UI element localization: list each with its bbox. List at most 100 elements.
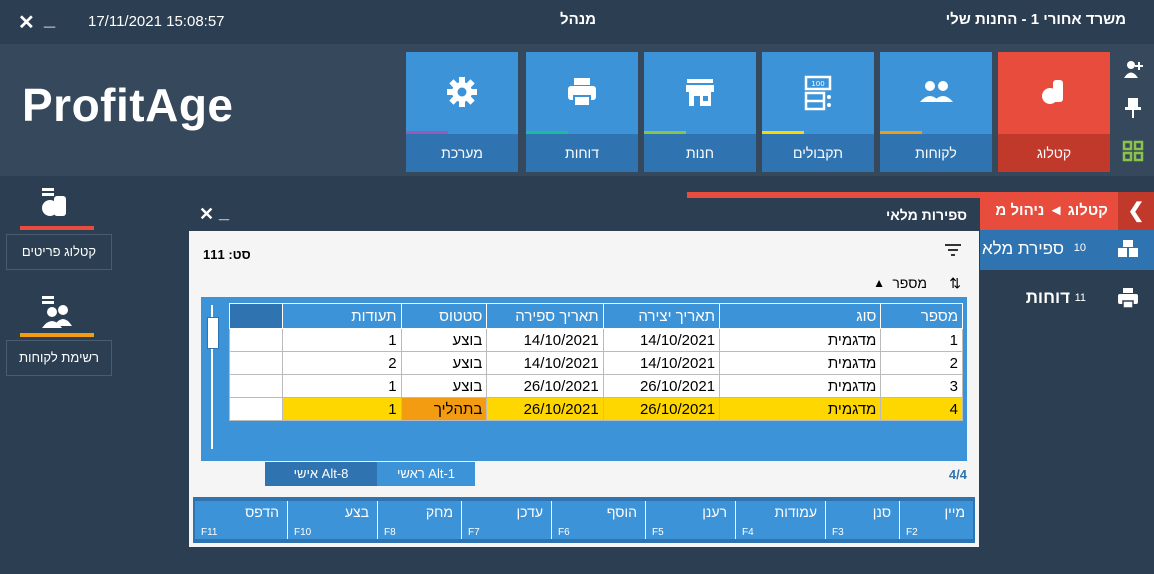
table-row[interactable]: 2 מדגמית 14/10/2021 14/10/2021 בוצע 2 (228, 351, 963, 375)
cell (228, 374, 284, 398)
window-title: מנהל (560, 11, 597, 28)
table-header-row: מספר סוג תאריך יצירה תאריך ספירה סטטוס ת… (228, 303, 963, 329)
tile-catalog[interactable]: קטלוג (998, 52, 1110, 172)
refresh-button[interactable]: רענן F5 (645, 501, 735, 539)
col-header-number[interactable]: מספר (880, 303, 963, 329)
col-header-empty (228, 303, 284, 329)
table-row[interactable]: 1 מדגמית 14/10/2021 14/10/2021 בוצע 1 (228, 328, 963, 352)
fkey-shortcut: F6 (558, 527, 570, 538)
add-user-icon[interactable] (1122, 58, 1144, 85)
sort-toggle-icon[interactable]: ⇅ (949, 275, 961, 292)
cell: 26/10/2021 (602, 397, 721, 421)
cell: 2 (880, 351, 963, 375)
execute-button[interactable]: בצע F10 (287, 501, 377, 539)
cell: 1 (282, 328, 402, 352)
cell: 1 (880, 328, 963, 352)
cell: בתהליך (400, 397, 488, 421)
cell: 14/10/2021 (486, 328, 604, 352)
dialog-minimize-icon[interactable]: _ (219, 202, 229, 223)
breadcrumb-text: קטלוג ◄ ניהול מ (995, 202, 1108, 219)
table-frame: מספר סוג תאריך יצירה תאריך ספירה סטטוס ת… (201, 297, 967, 461)
panel-item-count[interactable]: 10 ספירת מלאי (980, 230, 1154, 270)
update-button[interactable]: עדכן F7 (461, 501, 551, 539)
scrollbar-thumb[interactable] (207, 317, 219, 349)
fkey-label: סנן (872, 504, 891, 520)
fkey-label: בצע (344, 504, 369, 520)
tab-main[interactable]: ראשי Alt-1 (377, 462, 475, 486)
dialog-title: ספירות מלאי (885, 207, 967, 223)
fkey-shortcut: F10 (294, 527, 312, 538)
sidebar-accent-bar (20, 333, 94, 337)
col-header-status[interactable]: סטטוס (400, 303, 488, 329)
cell: בוצע (400, 374, 488, 398)
sort-ascending-icon[interactable]: ▲ (873, 276, 885, 290)
sort-button[interactable]: מיין F2 (899, 501, 973, 539)
cell: 14/10/2021 (486, 351, 604, 375)
tile-system[interactable]: מערכת (406, 52, 518, 172)
tile-reports[interactable]: דוחות (526, 52, 638, 172)
tab-personal[interactable]: אישי Alt-8 (265, 462, 377, 486)
customer-list-icon (38, 294, 74, 335)
tile-label: קטלוג (998, 134, 1110, 172)
grid-icon[interactable] (1122, 140, 1144, 167)
col-header-type[interactable]: סוג (719, 303, 882, 329)
col-header-docs[interactable]: תעודות (282, 303, 402, 329)
pin-icon[interactable] (1124, 96, 1142, 125)
vertical-scrollbar[interactable] (205, 303, 227, 453)
print-icon (526, 74, 638, 115)
title-bar: ✕ _ 17/11/2021 15:08:57 מנהל משרד אחורי … (0, 0, 1154, 44)
svg-text:100: 100 (811, 80, 824, 88)
filter-icon[interactable] (945, 243, 961, 262)
fkey-shortcut: F7 (468, 527, 480, 538)
inventory-count-dialog: ✕ _ ספירות מלאי סט: 111 ⇅ מספר ▲ מספר סו… (188, 198, 980, 548)
cell: מדגמית (719, 328, 882, 352)
fkey-shortcut: F2 (906, 527, 918, 538)
columns-button[interactable]: עמודות F4 (735, 501, 825, 539)
catalog-icon (998, 74, 1110, 115)
col-header-counted[interactable]: תאריך ספירה (486, 303, 604, 329)
cell: 2 (282, 351, 402, 375)
store-icon (644, 74, 756, 115)
tile-label: תקבולים (762, 134, 874, 172)
datetime: 17/11/2021 15:08:57 (88, 13, 225, 30)
tile-receipts[interactable]: 100 תקבולים (762, 52, 874, 172)
cell (228, 397, 284, 421)
tile-label: חנות (644, 134, 756, 172)
fkey-label: מחק (425, 504, 453, 520)
cell: בוצע (400, 351, 488, 375)
fkey-label: הוסף (606, 504, 637, 520)
dialog-close-icon[interactable]: ✕ (199, 204, 214, 225)
close-icon[interactable]: ✕ (18, 10, 35, 35)
tile-label: לקוחות (880, 134, 992, 172)
col-header-created[interactable]: תאריך יצירה (602, 303, 721, 329)
table-row-selected[interactable]: 4 מדגמית 26/10/2021 26/10/2021 בתהליך 1 (228, 397, 963, 421)
fkey-shortcut: F8 (384, 527, 396, 538)
receipts-icon: 100 (762, 74, 874, 119)
sidebar-item-customers[interactable]: רשימת לקוחות (0, 290, 120, 385)
back-chevron-icon[interactable]: ❮ (1118, 192, 1154, 230)
panel-item-number: 10 (1073, 242, 1086, 254)
cell: מדגמית (719, 351, 882, 375)
panel-item-label: ספירת מלאי (982, 239, 1064, 258)
cell: 26/10/2021 (602, 374, 721, 398)
delete-button[interactable]: מחק F8 (377, 501, 461, 539)
panel-item-reports[interactable]: 11 דוחות (980, 278, 1154, 318)
panel-item-label: דוחות (1025, 288, 1070, 307)
fkey-shortcut: F11 (201, 527, 218, 538)
cell: 4 (880, 397, 963, 421)
sidebar-item-catalog[interactable]: קטלוג פריטים (0, 180, 120, 275)
sort-field-label[interactable]: מספר (892, 275, 927, 291)
cell: מדגמית (719, 374, 882, 398)
cell: 14/10/2021 (602, 328, 721, 352)
fkey-shortcut: F3 (832, 527, 844, 538)
fkey-shortcut: F5 (652, 527, 664, 538)
minimize-icon[interactable]: _ (44, 8, 55, 31)
add-button[interactable]: הוסף F6 (551, 501, 645, 539)
print-button[interactable]: הדפס F11 (195, 501, 287, 539)
tile-store[interactable]: חנות (644, 52, 756, 172)
cell: 1 (282, 397, 402, 421)
fkey-shortcut: F4 (742, 527, 754, 538)
filter-button[interactable]: סנן F3 (825, 501, 899, 539)
tile-customers[interactable]: לקוחות (880, 52, 992, 172)
table-row[interactable]: 3 מדגמית 26/10/2021 26/10/2021 בוצע 1 (228, 374, 963, 398)
